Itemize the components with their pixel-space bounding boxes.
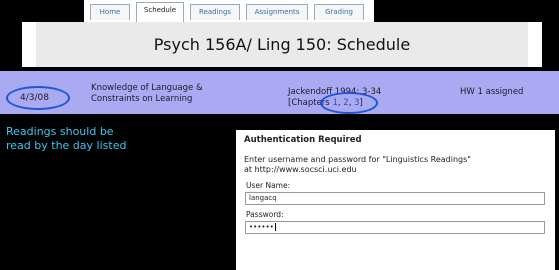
annotation-line1: Readings should be [6,125,114,138]
username-field[interactable]: langacq [245,192,545,205]
annotation-line2: read by the day listed [6,139,127,152]
tab-assignments[interactable]: Assignments [246,4,308,20]
password-label: Password: [246,210,284,219]
tab-readings-label: Readings [198,8,232,16]
tab-home-label: Home [99,8,121,16]
tab-grading[interactable]: Grading [314,4,364,20]
page-title: Psych 156A/ Ling 150: Schedule [153,35,411,54]
text-cursor [274,223,276,231]
schedule-row: 4/3/08 Knowledge of Language & Constrain… [0,71,559,114]
row-assignment: HW 1 assigned [460,87,524,97]
row-topic-line1: Knowledge of Language & [91,83,203,93]
row-topic-line2: Constraints on Learning [91,94,193,104]
tab-schedule-label: Schedule [143,6,177,14]
annotation-note: Readings should be read by the day liste… [6,125,126,153]
password-field[interactable]: •••••• [245,221,545,234]
username-label: User Name: [246,181,291,190]
tab-home[interactable]: Home [90,4,130,20]
password-mask: •••••• [249,223,274,231]
date-highlight-oval [6,86,70,110]
tab-assignments-label: Assignments [254,8,300,16]
page-header: Psych 156A/ Ling 150: Schedule [22,22,542,67]
dialog-message-line1: Enter username and password for "Linguis… [244,155,471,164]
auth-dialog: Authentication Required Enter username a… [236,130,555,270]
tab-readings[interactable]: Readings [190,4,240,20]
dialog-title: Authentication Required [244,135,362,145]
chapters-highlight-oval [320,92,378,114]
dialog-message-line2: at http://www.socsci.uci.edu [244,165,357,174]
tab-schedule[interactable]: Schedule [136,2,184,22]
tab-grading-label: Grading [325,8,353,16]
nav-tab-bar: Home Schedule Readings Assignments Gradi… [84,0,374,22]
